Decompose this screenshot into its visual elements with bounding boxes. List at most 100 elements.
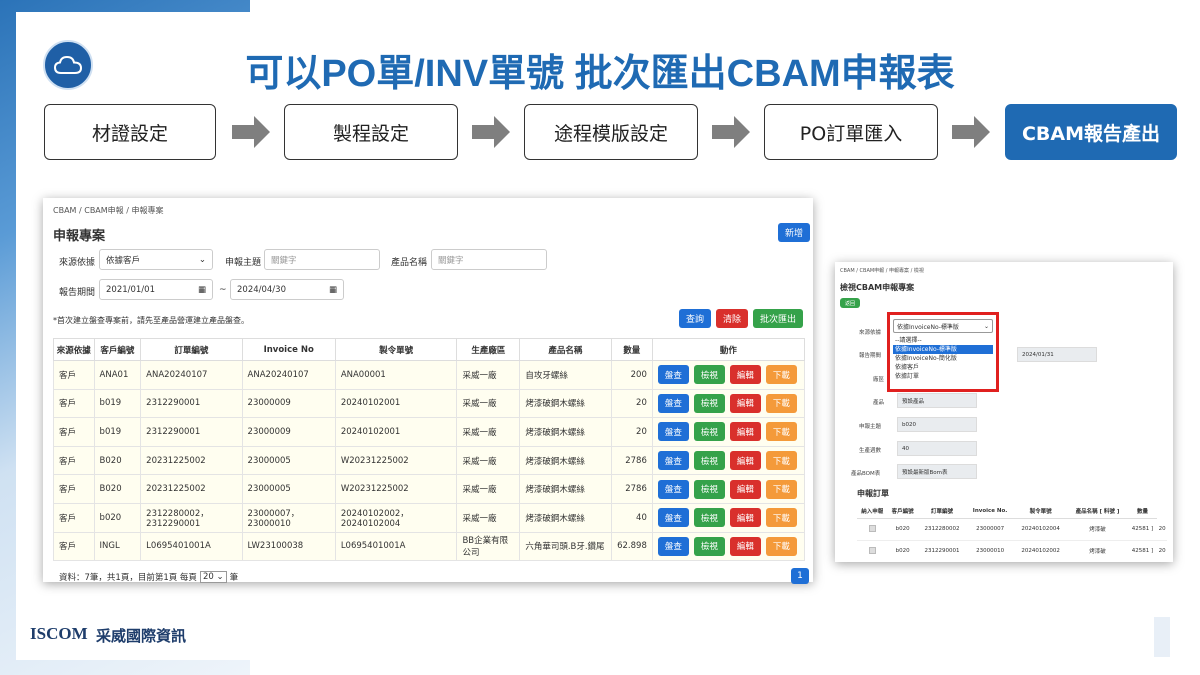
download-button[interactable]: 下載 [765,365,797,385]
audit-button[interactable]: 盤查 [657,508,689,528]
table-cell: 23000007 [966,518,1014,541]
row-actions: 盤查 檢視 編輯 下載 [651,417,806,447]
page-size-select[interactable]: 20 ⌄ [199,571,227,583]
new-button[interactable]: 新增 [778,223,810,242]
table-cell: 42581 ] [1127,540,1158,562]
back-button[interactable]: 返回 [840,298,860,308]
row-actions: 盤查 檢視 編輯 下載 [651,531,806,562]
date-separator: ~ [219,285,227,295]
subject-field: b020 [897,417,977,432]
edit-button[interactable]: 編輯 [729,422,761,442]
subject-input[interactable]: 關鍵字 [264,249,380,270]
product-field: 預設產品 [897,393,977,408]
period-label: 報告期間 [859,353,882,359]
view-button[interactable]: 檢視 [693,479,725,499]
dropdown-option[interactable]: 依據訂單 [893,372,993,381]
download-button[interactable]: 下載 [765,422,797,442]
dropdown-option[interactable]: 依據InvoiceNo-標準版 [893,345,993,354]
table-cell: 采威一廠 [456,388,521,419]
view-button[interactable]: 檢視 [693,451,725,471]
date-to-value: 2024/04/30 [237,284,286,295]
orders-title: 申報訂單 [857,489,889,498]
audit-button[interactable]: 盤查 [657,479,689,499]
pager-summary: 資料：7筆，共1頁，目前第1頁 每頁 20 ⌄ 筆 [59,571,238,583]
row-actions: 盤查 檢視 編輯 下載 [651,474,806,504]
download-button[interactable]: 下載 [765,479,797,499]
source-select[interactable]: 依據InvoiceNo-標準版 ⌄ [893,319,993,333]
source-select[interactable]: 依據客戶 ⌄ [99,249,213,270]
step-process: 製程設定 [284,104,458,160]
page-1-button[interactable]: 1 [791,568,809,584]
dropdown-option[interactable]: 依據客戶 [893,363,993,372]
table-cell: b020 [887,540,918,562]
table-cell: 23000007，23000010 [241,502,336,533]
download-button[interactable]: 下載 [765,393,797,413]
step-cbam-report: CBAM報告產出 [1005,104,1177,160]
table-cell: 采威一廠 [456,445,521,476]
slide-title: 可以PO單/INV單號 批次匯出CBAM申報表 [245,53,955,95]
download-button[interactable]: 下載 [765,451,797,471]
download-button[interactable]: 下載 [765,536,797,556]
table-cell: 烤漆破鋼木螺絲 [519,502,612,533]
project-table: 來源依據 客戶編號 訂單編號 Invoice No 製令單號 生產廠區 產品名稱 數量 動作 客… [53,338,806,562]
download-button[interactable]: 下載 [765,508,797,528]
table-row[interactable]: 客戶 b019 2312290001 23000009 20240102001 采威一廠烤… [53,417,806,447]
table-row[interactable]: 客戶 b019 2312290001 23000009 20240102001 采威一廠烤… [53,388,806,419]
include-checkbox[interactable] [857,518,888,541]
audit-button[interactable]: 盤查 [657,393,689,413]
product-input[interactable]: 關鍵字 [431,249,547,270]
arrow-right-icon [952,116,990,148]
date-from-input[interactable]: 2021/01/01 ▦ [99,279,213,300]
table-cell: 采威一廠 [456,417,521,447]
table-row[interactable]: 客戶 B020 20231225002 23000005 W20231225002 采威一… [53,445,806,476]
source-dropdown-highlight: 依據InvoiceNo-標準版 ⌄ --請選擇-- 依據InvoiceNo-標準版依… [887,312,999,392]
table-cell: 200 [610,360,653,390]
arrow-right-icon [232,116,270,148]
view-button[interactable]: 檢視 [693,365,725,385]
table-cell: 23000010 [966,540,1014,562]
table-row[interactable]: 客戶 ANA01 ANA20240107 ANA20240107 ANA00001 采威一… [53,360,806,390]
product-label: 產品名稱 [391,258,428,268]
table-cell: 2312290001 [140,417,243,447]
count-field: 40 [897,441,977,456]
step-po-import: PO訂單匯入 [764,104,938,160]
audit-button[interactable]: 盤查 [657,536,689,556]
table-cell: 20 [610,417,653,447]
table-cell: b019 [93,388,142,419]
view-button[interactable]: 檢視 [693,422,725,442]
edit-button[interactable]: 編輯 [729,451,761,471]
batch-export-button[interactable]: 批次匯出 [753,309,803,328]
table-cell: 2312280002，2312290001 [140,502,243,533]
table-row[interactable]: 客戶 INGL L0695401001A LW23100038 L0695401001A… [53,531,806,562]
row-actions: 盤查 檢視 編輯 下載 [651,502,806,533]
table-cell: 烤漆破 [1067,540,1128,562]
dropdown-option[interactable]: 依據InvoiceNo-簡化版 [893,354,993,363]
date-to-input[interactable]: 2024/04/30 ▦ [230,279,344,300]
table-cell: 2312290001 [140,388,243,419]
subject-label: 申報主題 [859,424,882,430]
view-button[interactable]: 檢視 [693,508,725,528]
table-cell: 客戶 [53,417,95,447]
table-cell: 客戶 [53,474,95,504]
table-cell: 20 [1157,518,1167,541]
chevron-down-icon: ⌄ [983,322,989,330]
edit-button[interactable]: 編輯 [729,365,761,385]
view-button[interactable]: 檢視 [693,393,725,413]
edit-button[interactable]: 編輯 [729,536,761,556]
note-text: *首次建立盤查專案前，請先至產品營運建立產品盤查。 [53,316,249,325]
edit-button[interactable]: 編輯 [729,508,761,528]
table-cell: L0695401001A [334,531,458,562]
include-checkbox[interactable] [857,540,888,562]
table-row[interactable]: 客戶 b020 2312280002，2312290001 23000007，2300… [53,502,806,533]
clear-button[interactable]: 清除 [716,309,748,328]
view-button[interactable]: 檢視 [693,536,725,556]
audit-button[interactable]: 盤查 [657,365,689,385]
edit-button[interactable]: 編輯 [729,479,761,499]
dropdown-option[interactable]: --請選擇-- [893,336,993,345]
query-button[interactable]: 查詢 [679,309,711,328]
table-row[interactable]: 客戶 B020 20231225002 23000005 W20231225002 采威一… [53,474,806,504]
audit-button[interactable]: 盤查 [657,451,689,471]
table-cell: 2786 [610,474,653,504]
audit-button[interactable]: 盤查 [657,422,689,442]
edit-button[interactable]: 編輯 [729,393,761,413]
